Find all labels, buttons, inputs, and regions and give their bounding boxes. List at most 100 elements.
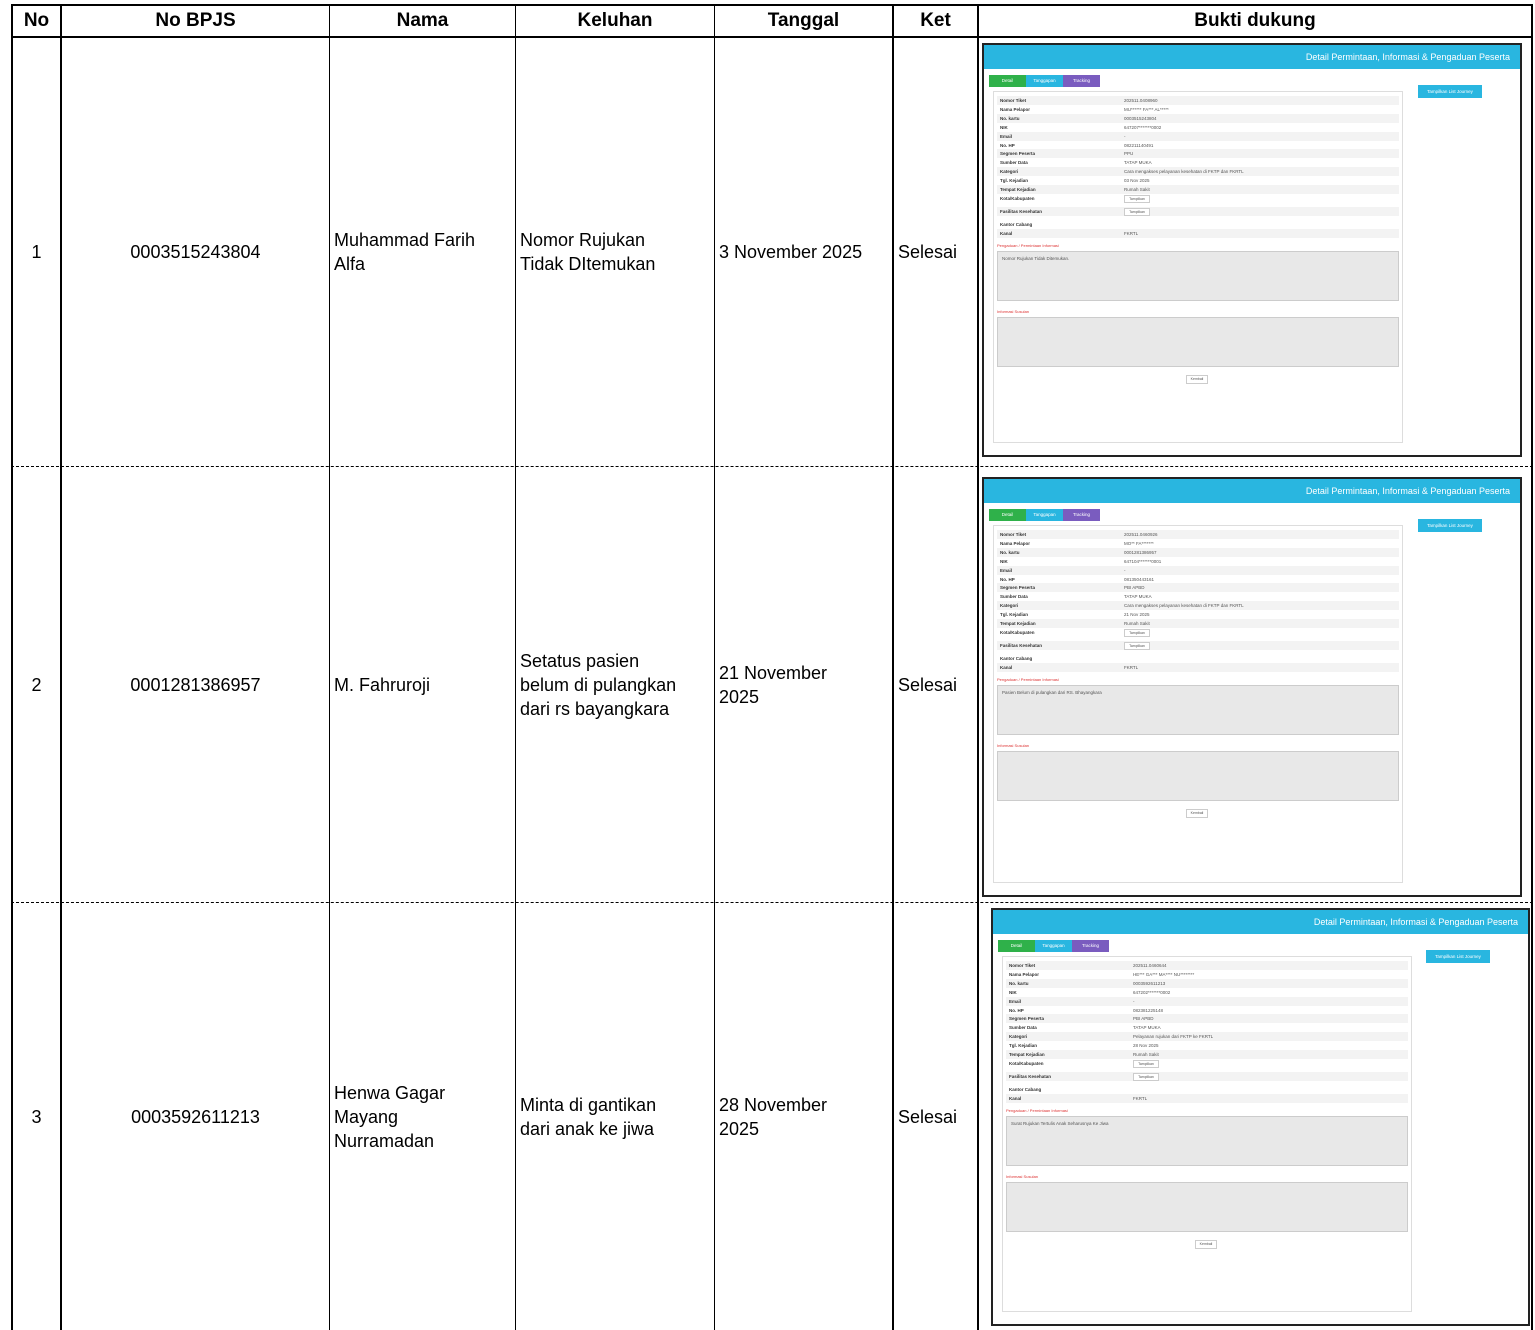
- field-label: Fasilitas Kesehatan: [1009, 1073, 1052, 1079]
- field-label: Nama Pelapor: [1000, 106, 1031, 112]
- field-label: Tgl. Kejadian: [1009, 1043, 1038, 1049]
- detail-field-row: Tgl. Kejadian 03 Nov 2025: [997, 176, 1399, 185]
- evidence-screenshot: Detail Permintaan, Informasi & Pengaduan…: [991, 908, 1530, 1326]
- field-value: 647207*******0002: [1124, 124, 1162, 130]
- field-label: Kanal: [1000, 230, 1013, 236]
- field-value: 082381225148: [1133, 1007, 1164, 1013]
- detail-field-row: No. HP 081350443161: [997, 575, 1399, 584]
- tab-tracking[interactable]: Tracking: [1063, 75, 1100, 87]
- section-label-informasi: Informasi Susulan: [997, 742, 1030, 748]
- field-label: Kanal: [1000, 664, 1013, 670]
- field-label: Tempat Kejadian: [1000, 187, 1036, 192]
- field-value: TATAP MUKA: [1124, 160, 1152, 166]
- field-value: 03 Nov 2025: [1124, 178, 1150, 184]
- field-value: PBI APBD: [1124, 585, 1145, 591]
- list-journey-button[interactable]: Tampilkan List Journey: [1418, 519, 1482, 532]
- informasi-textarea[interactable]: [1006, 1181, 1408, 1232]
- detail-field-row: No. kartu 0003592611213: [1006, 978, 1408, 988]
- header-ket: Ket: [920, 10, 951, 31]
- field-value: -: [1133, 998, 1135, 1004]
- tab-detail[interactable]: Detail: [989, 509, 1026, 521]
- tampilkan-button[interactable]: Tampilkan: [1124, 628, 1150, 637]
- tab-tracking[interactable]: Tracking: [1072, 940, 1109, 952]
- field-value: 21 Nov 2025: [1124, 612, 1150, 618]
- tab-tanggapan[interactable]: Tanggapan: [1026, 75, 1063, 87]
- field-label: NIK: [1009, 989, 1017, 995]
- field-label: Tgl. Kejadian: [1000, 178, 1029, 184]
- field-label: Email: [1009, 998, 1022, 1004]
- cell-no-bpjs-text: 0001281386957: [130, 674, 261, 695]
- field-label: Fasilitas Kesehatan: [1000, 208, 1043, 214]
- informasi-textarea[interactable]: [997, 750, 1399, 801]
- kembali-button[interactable]: Kembali: [1186, 808, 1208, 818]
- detail-field-row: Kanal FKRTL: [1006, 1093, 1408, 1103]
- tab-detail[interactable]: Detail: [989, 75, 1026, 87]
- list-journey-button[interactable]: Tampilkan List Journey: [1418, 85, 1482, 98]
- tab-tracking[interactable]: Tracking: [1063, 509, 1100, 521]
- field-label: Segmen Peserta: [1000, 585, 1036, 591]
- cell-no-bpjs: 0001281386957: [62, 467, 329, 902]
- cell-tanggal-text: 28 November 2025: [719, 1094, 828, 1139]
- tab-tanggapan[interactable]: Tanggapan: [1035, 940, 1072, 952]
- field-value: TATAP MUKA: [1124, 594, 1152, 600]
- detail-tabs: Detail Tanggapan Tracking: [989, 75, 1100, 87]
- detail-field-row: Fasilitas Kesehatan Tampilkan: [997, 640, 1399, 650]
- field-value: Rumah Sakit: [1133, 1052, 1159, 1057]
- tampilkan-button[interactable]: Tampilkan: [1133, 1072, 1159, 1081]
- field-value: 0003592611213: [1133, 980, 1166, 986]
- tampilkan-button[interactable]: Tampilkan: [1124, 207, 1150, 216]
- cell-no-bpjs-text: 0003592611213: [131, 1106, 260, 1127]
- header-no-bpjs: No BPJS: [155, 10, 236, 31]
- tab-tanggapan[interactable]: Tanggapan: [1026, 509, 1063, 521]
- detail-panel: Nomor Tiket 202511.0460644 Nama Pelapor HE*…: [1002, 956, 1412, 1312]
- detail-field-row: Kategori Cara mengakses pelayanan kesehat…: [997, 601, 1399, 611]
- field-value: 202511.0460926: [1124, 532, 1158, 537]
- field-label: Nomor Tiket: [1000, 532, 1027, 537]
- kembali-button[interactable]: Kembali: [1195, 1239, 1217, 1249]
- detail-field-row: Tgl. Kejadian 28 Nov 2025: [1006, 1041, 1408, 1050]
- list-journey-button[interactable]: Tampilkan List Journey: [1426, 950, 1490, 963]
- evidence-screenshot: Detail Permintaan, Informasi & Pengaduan…: [982, 43, 1522, 457]
- field-label: Email: [1000, 567, 1013, 573]
- field-label: No. HP: [1009, 1007, 1024, 1013]
- cell-tanggal: 28 November 2025: [715, 903, 892, 1330]
- pengaduan-textarea[interactable]: Surat Rujukan Tertulis Anak Seharusnya K…: [1006, 1115, 1408, 1166]
- field-value: 647104*******0001: [1124, 558, 1162, 564]
- cell-no-text: 1: [31, 241, 42, 262]
- field-value: Rumah Sakit: [1124, 621, 1150, 626]
- kembali-button[interactable]: Kembali: [1186, 374, 1208, 384]
- field-label: Tgl. Kejadian: [1000, 612, 1029, 618]
- cell-nama-text: M. Fahruroji: [334, 674, 431, 695]
- tampilkan-button[interactable]: Tampilkan: [1133, 1059, 1159, 1068]
- field-label: Kategori: [1000, 169, 1019, 175]
- detail-field-row: Segmen Peserta PBI APBD: [1006, 1014, 1408, 1024]
- field-label: Kota/Kabupaten: [1000, 629, 1035, 635]
- cell-keluhan-text: Nomor Rujukan Tidak DItemukan: [520, 229, 656, 274]
- field-value: 081350443161: [1124, 576, 1155, 582]
- tampilkan-button[interactable]: Tampilkan: [1124, 641, 1150, 650]
- field-label: Tempat Kejadian: [1000, 621, 1036, 626]
- detail-field-row: No. HP 082211140491: [997, 141, 1399, 150]
- pengaduan-textarea[interactable]: Pasien Belum di pulangkan dari RS. Bhaya…: [997, 684, 1399, 735]
- detail-title-bar: Detail Permintaan, Informasi & Pengaduan…: [984, 479, 1520, 503]
- detail-field-row: Sumber Data TATAP MUKA: [1006, 1023, 1408, 1032]
- detail-field-row: Tempat Kejadian Rumah Sakit: [1006, 1050, 1408, 1059]
- cell-no: 1: [13, 37, 60, 466]
- field-value: Rumah Sakit: [1124, 187, 1150, 192]
- field-label: Kanal: [1009, 1095, 1022, 1101]
- cell-tanggal: 3 November 2025: [715, 37, 892, 466]
- field-value: 0003515243804: [1124, 115, 1157, 121]
- pengaduan-textarea[interactable]: Nomor Rujukan Tidak Ditemukan.: [997, 250, 1399, 301]
- detail-panel: Nomor Tiket 202511.0408960 Nama Pelapor MU*…: [993, 91, 1403, 443]
- field-label: Sumber Data: [1009, 1025, 1037, 1031]
- field-label: No. kartu: [1000, 115, 1020, 121]
- cell-no-text: 2: [31, 674, 42, 695]
- informasi-textarea[interactable]: [997, 316, 1399, 367]
- tab-detail[interactable]: Detail: [998, 940, 1035, 952]
- cell-nama-text: Henwa Gagar Mayang Nurramadan: [334, 1082, 446, 1151]
- detail-field-row: Kantor Cabang: [997, 654, 1399, 663]
- field-value: PPU: [1124, 151, 1134, 157]
- detail-field-row: Email -: [997, 131, 1399, 141]
- field-label: Segmen Peserta: [1009, 1016, 1045, 1022]
- tampilkan-button[interactable]: Tampilkan: [1124, 194, 1150, 203]
